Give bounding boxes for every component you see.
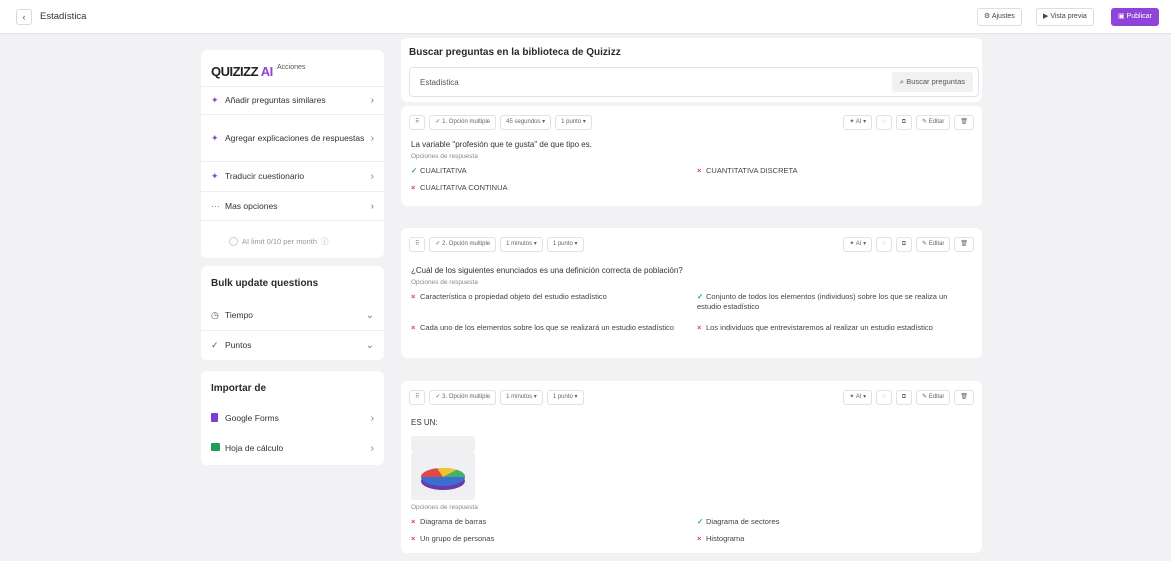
delete-icon[interactable]: 🗑: [954, 389, 974, 405]
comment-icon[interactable]: ◌: [876, 389, 892, 405]
answer-option: × Los individuos que entrevistaremos al r…: [697, 323, 933, 332]
drag-handle[interactable]: ⠿: [409, 236, 426, 252]
question-toolbar: ⠿ ✓ 2. Opción multiple 1 minutos ▾ 1 pun…: [409, 236, 974, 252]
answer-option: × CUALITATIVA CONTINUA: [411, 183, 508, 192]
import-panel: Importar de Google Forms › Hoja de cálcu…: [201, 371, 384, 465]
answer-option: × CUANTITATIVA DISCRETA: [697, 166, 798, 175]
question-toolbar: ⠿ ✓ 1. Opción multiple 45 segundos ▾ 1 p…: [409, 114, 974, 130]
ai-actions-label: Acciones: [277, 64, 306, 71]
comment-icon[interactable]: ◌: [876, 236, 892, 252]
drag-handle[interactable]: ⠿: [409, 114, 426, 130]
back-button[interactable]: ‹: [16, 9, 32, 25]
chevron-right-icon: ›: [370, 200, 374, 212]
delete-icon[interactable]: 🗑: [954, 114, 974, 130]
answer-option: × Histograma: [697, 534, 745, 543]
time-dropdown[interactable]: 1 minutos ▾: [500, 236, 543, 252]
chevron-right-icon: ›: [370, 412, 374, 424]
add-similar-questions-item[interactable]: ✦ Añadir preguntas similares ›: [201, 86, 384, 114]
ai-dropdown[interactable]: ✦ AI ▾: [843, 389, 873, 405]
options-label: Opciones de respuesta: [411, 279, 478, 286]
chevron-down-icon: ⌄: [365, 309, 374, 321]
options-label: Opciones de respuesta: [411, 153, 478, 160]
time-dropdown[interactable]: 45 segundos ▾: [500, 114, 552, 130]
add-explanations-item[interactable]: ✦ Agregar explicaciones de respuestas ›: [201, 114, 384, 161]
sparkle-icon: ✦: [211, 95, 219, 105]
pie-chart-image: [420, 467, 466, 490]
publish-button[interactable]: ▣ Publicar: [1111, 8, 1159, 26]
settings-button[interactable]: ⚙ Ajustes: [977, 8, 1022, 26]
bulk-update-panel: Bulk update questions ◷ Tiempo ⌄ ✓ Punto…: [201, 266, 384, 360]
answer-option: × Un grupo de personas: [411, 534, 495, 543]
answer-option: × Diagrama de barras: [411, 517, 487, 526]
copy-icon[interactable]: ⧉: [895, 114, 912, 130]
info-icon[interactable]: ⓘ: [321, 236, 329, 247]
question-image-top: [411, 436, 475, 452]
time-dropdown[interactable]: 1 minutos ▾: [500, 389, 543, 405]
question-text: La variable "profesión que te gusta" de …: [411, 140, 592, 149]
copy-icon[interactable]: ⧉: [895, 389, 912, 405]
copy-icon[interactable]: ⧉: [895, 236, 912, 252]
sparkle-icon: ✦: [211, 171, 219, 181]
question-card: ⠿ ✓ 1. Opción multiple 45 segundos ▾ 1 p…: [401, 106, 982, 206]
bulk-time-item[interactable]: ◷ Tiempo ⌄: [201, 300, 384, 330]
question-card: ⠿ ✓ 3. Opción multiple 1 minutos ▾ 1 pun…: [401, 381, 982, 553]
import-google-forms-item[interactable]: Google Forms ›: [201, 403, 384, 433]
options-label: Opciones de respuesta: [411, 504, 478, 511]
more-icon: ···: [211, 201, 220, 211]
import-spreadsheet-item[interactable]: Hoja de cálculo ›: [201, 433, 384, 463]
ai-dropdown[interactable]: ✦ AI ▾: [843, 236, 873, 252]
quiz-title[interactable]: Estadística: [40, 11, 86, 22]
chevron-down-icon: ⌄: [365, 340, 374, 351]
more-options-item[interactable]: ··· Mas opciones ›: [201, 191, 384, 221]
question-type-pill[interactable]: ✓ 3. Opción multiple: [429, 389, 497, 405]
chevron-left-icon: ‹: [22, 12, 26, 22]
answer-option: ✓ Conjunto de todos los elementos (indivi…: [697, 292, 948, 311]
points-dropdown[interactable]: 1 punto ▾: [546, 389, 584, 405]
import-title: Importar de: [211, 383, 267, 394]
chevron-right-icon: ›: [370, 442, 374, 454]
library-title: Buscar preguntas en la biblioteca de Qui…: [409, 47, 621, 58]
comment-icon[interactable]: ◌: [876, 114, 892, 130]
ai-actions-panel: QUIZIZZ AI Acciones ✦ Añadir preguntas s…: [201, 50, 384, 258]
edit-button[interactable]: ✎ Editar: [916, 114, 951, 130]
progress-ring-icon: [229, 237, 238, 246]
drag-handle[interactable]: ⠿: [409, 389, 426, 405]
question-text: ¿Cuál de los siguientes enunciados es un…: [411, 266, 683, 275]
spreadsheet-icon: [211, 443, 225, 453]
bulk-points-item[interactable]: ✓ Puntos ⌄: [201, 330, 384, 360]
chevron-right-icon: ›: [370, 95, 374, 106]
quizizz-ai-logo: QUIZIZZ AI: [211, 64, 273, 79]
question-type-pill[interactable]: ✓ 2. Opción multiple: [429, 236, 497, 252]
preview-button[interactable]: ▶ Vista previa: [1036, 8, 1094, 26]
answer-option: ✓ CUALITATIVA: [411, 166, 467, 175]
answer-option: ✓ Diagrama de sectores: [697, 517, 780, 526]
chevron-right-icon: ›: [370, 171, 374, 182]
question-image: [411, 452, 475, 500]
question-toolbar: ⠿ ✓ 3. Opción multiple 1 minutos ▾ 1 pun…: [409, 389, 974, 405]
check-icon: ✓: [211, 340, 219, 350]
points-dropdown[interactable]: 1 punto ▾: [555, 114, 592, 130]
ai-limit: AI limit 0/10 per month ⓘ: [229, 236, 329, 247]
delete-icon[interactable]: 🗑: [954, 236, 974, 252]
chevron-right-icon: ›: [370, 132, 374, 144]
sparkle-icon: ✦: [211, 132, 219, 143]
clock-icon: ◷: [211, 309, 219, 320]
top-bar: ‹ Estadística ⚙ Ajustes ▶ Vista previa ▣…: [0, 0, 1171, 34]
library-search-input[interactable]: Estadistica ⌕ Buscar preguntas: [409, 67, 979, 97]
question-text: ES UN:: [411, 418, 438, 427]
answer-option: × Característica o propiedad objeto del e…: [411, 292, 607, 301]
translate-quiz-item[interactable]: ✦ Traducir cuestionario ›: [201, 161, 384, 191]
answer-option: × Cada uno de los elementos sobre los que…: [411, 323, 674, 332]
edit-button[interactable]: ✎ Editar: [916, 389, 951, 405]
bulk-update-title: Bulk update questions: [211, 278, 319, 289]
question-card: ⠿ ✓ 2. Opción multiple 1 minutos ▾ 1 pun…: [401, 228, 982, 358]
ai-dropdown[interactable]: ✦ AI ▾: [843, 114, 873, 130]
edit-button[interactable]: ✎ Editar: [916, 236, 951, 252]
question-type-pill[interactable]: ✓ 1. Opción multiple: [429, 114, 497, 130]
search-questions-button[interactable]: ⌕ Buscar preguntas: [891, 72, 973, 92]
google-forms-icon: [211, 412, 225, 424]
points-dropdown[interactable]: 1 punto ▾: [546, 236, 584, 252]
